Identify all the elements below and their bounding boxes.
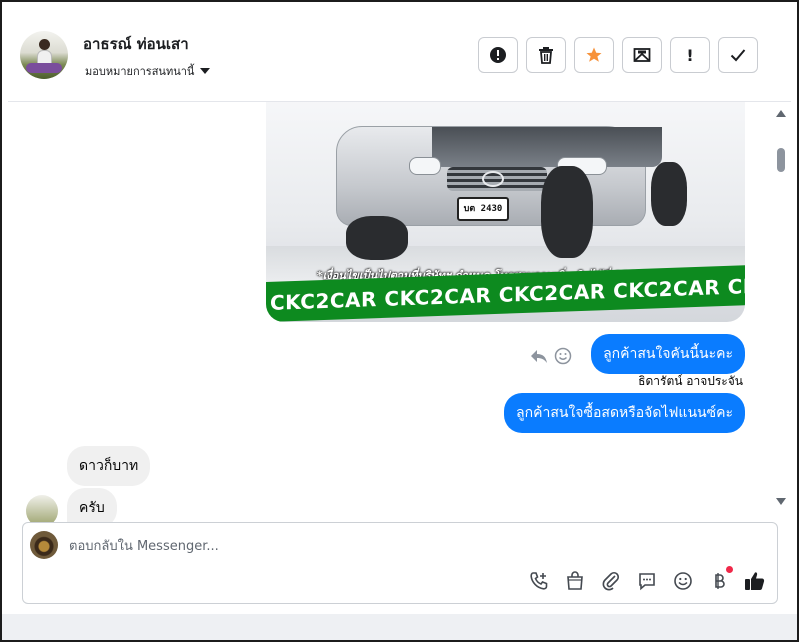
done-button[interactable] — [718, 37, 758, 73]
shopping-bag-icon — [567, 571, 583, 590]
message-thread[interactable]: บต 2430 *เงื่อนไขเป็นไปตามที่บริษัทฯ กำห… — [8, 102, 791, 522]
message-actions — [530, 347, 572, 365]
envelope-icon — [633, 48, 651, 62]
inbox-window: อาธรณ์ ท่อนเสา มอบหมายการสนทนานี้ ! บต 2… — [0, 0, 799, 642]
car-image-attachment[interactable]: บต 2430 *เงื่อนไขเป็นไปตามที่บริษัทฯ กำห… — [266, 102, 745, 322]
emoji-icon — [674, 572, 692, 590]
spam-button[interactable] — [478, 37, 518, 73]
nissan-logo — [482, 171, 504, 187]
thread-scrollbar[interactable] — [776, 102, 787, 512]
saved-replies-button[interactable] — [635, 569, 659, 593]
message-bubble-incoming[interactable]: ครับ — [67, 488, 117, 522]
page-avatar — [30, 531, 58, 559]
composer-toolbar — [527, 566, 767, 593]
call-icon — [530, 572, 548, 590]
like-button[interactable] — [743, 569, 767, 593]
scroll-down-arrow-icon[interactable] — [776, 498, 786, 505]
exclamation-icon: ! — [686, 45, 694, 65]
contact-name[interactable]: อาธรณ์ ท่อนเสา — [83, 32, 189, 56]
mark-unread-button[interactable] — [622, 37, 662, 73]
reply-composer — [22, 522, 778, 604]
star-icon — [586, 47, 602, 62]
sender-name: ธิดารัตน์ อาจประจัน — [638, 374, 743, 388]
notification-dot — [726, 566, 733, 573]
scroll-up-arrow-icon[interactable] — [776, 110, 786, 117]
alert-circle-icon — [490, 47, 506, 63]
contact-avatar[interactable] — [20, 31, 68, 79]
follow-up-button[interactable]: ! — [670, 37, 710, 73]
emoji-button[interactable] — [671, 569, 695, 593]
conversation-header: อาธรณ์ ท่อนเสา มอบหมายการสนทนานี้ ! — [8, 4, 791, 102]
license-plate: บต 2430 — [457, 197, 509, 221]
check-icon — [730, 49, 746, 62]
assign-conversation-dropdown[interactable]: มอบหมายการสนทนานี้ — [85, 62, 211, 80]
attach-button[interactable] — [599, 569, 623, 593]
trash-icon — [539, 47, 553, 64]
payment-button[interactable] — [707, 566, 733, 593]
scrollbar-thumb[interactable] — [777, 148, 785, 172]
paperclip-icon — [602, 571, 620, 591]
reply-input[interactable] — [69, 535, 749, 557]
message-bubble-outgoing[interactable]: ลูกค้าสนใจคันนี้นะคะ — [591, 334, 745, 374]
message-bubble-incoming[interactable]: ดาวก็บาท — [67, 446, 151, 486]
comment-icon — [639, 573, 655, 591]
shop-button[interactable] — [563, 569, 587, 593]
call-button[interactable] — [527, 569, 551, 593]
reply-icon[interactable] — [530, 348, 548, 364]
baht-icon — [715, 573, 725, 589]
thumbs-up-icon — [745, 572, 765, 590]
contact-avatar-small — [26, 495, 58, 522]
caret-down-icon — [200, 68, 211, 74]
assign-label: มอบหมายการสนทนานี้ — [85, 65, 195, 78]
header-toolbar: ! — [478, 37, 758, 73]
delete-button[interactable] — [526, 37, 566, 73]
message-bubble-outgoing[interactable]: ลูกค้าสนใจซื้อสดหรือจัดไฟแนนซ์คะ — [504, 393, 745, 433]
star-button[interactable] — [574, 37, 614, 73]
window-footer — [2, 614, 797, 640]
emoji-react-icon[interactable] — [554, 347, 572, 365]
